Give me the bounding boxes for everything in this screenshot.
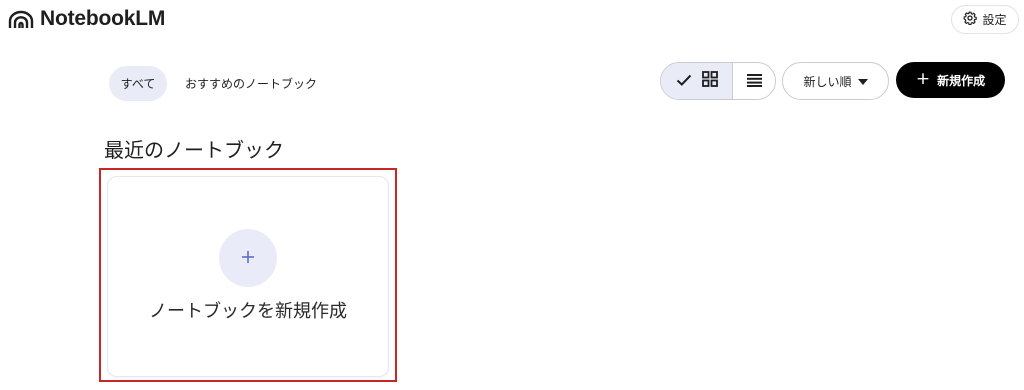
notebooklm-logo-icon — [8, 9, 34, 29]
filter-chip-all-label: すべて — [120, 77, 156, 91]
list-view-button[interactable] — [733, 63, 775, 99]
view-toggle — [660, 62, 776, 100]
create-notebook-card[interactable]: ノートブックを新規作成 — [107, 176, 389, 377]
create-new-button[interactable]: + 新規作成 — [896, 62, 1005, 98]
notebooklm-home: NotebookLM 設定 すべて おすすめのノートブック 新しい順 + 新規作… — [0, 0, 1024, 390]
create-notebook-label: ノートブックを新規作成 — [149, 301, 347, 322]
settings-label: 設定 — [982, 13, 1007, 27]
checkmark-icon — [676, 72, 692, 91]
section-title: 最近のノートブック — [104, 138, 284, 162]
grid-view-button[interactable] — [661, 63, 733, 99]
plus-icon: + — [915, 68, 931, 89]
sort-dropdown[interactable]: 新しい順 — [782, 62, 889, 100]
grid-icon — [701, 71, 718, 91]
create-new-label: 新規作成 — [937, 73, 986, 88]
caret-down-icon — [857, 74, 868, 88]
sort-label: 新しい順 — [803, 74, 852, 89]
gear-icon — [963, 11, 978, 28]
list-icon — [746, 72, 762, 91]
filter-chip-recommended-label: おすすめのノートブック — [185, 77, 318, 91]
app-name: NotebookLM — [40, 7, 166, 30]
filter-chip-recommended[interactable]: おすすめのノートブック — [178, 66, 324, 101]
app-logo[interactable]: NotebookLM — [8, 6, 165, 32]
filter-chip-all[interactable]: すべて — [109, 66, 167, 101]
add-notebook-circle — [219, 229, 277, 287]
settings-button[interactable]: 設定 — [951, 5, 1019, 34]
plus-icon — [241, 249, 255, 268]
